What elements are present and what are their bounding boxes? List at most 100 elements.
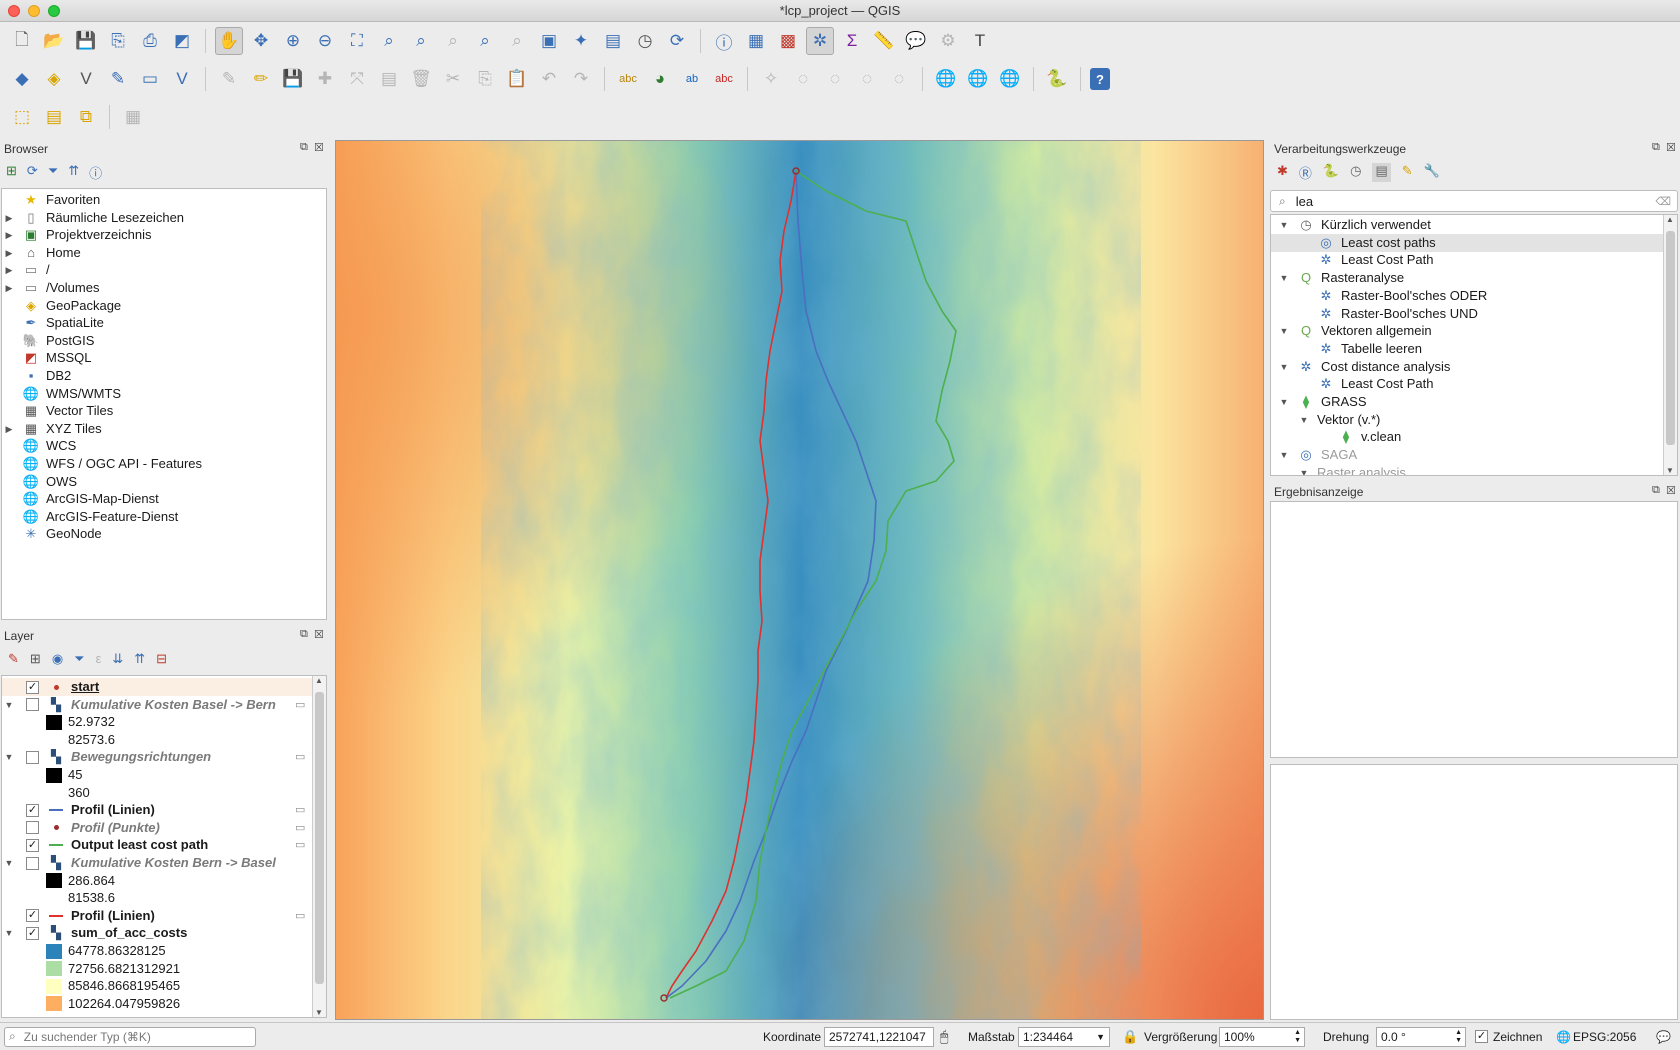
browser-item[interactable]: ✒ SpatiaLite [2, 314, 104, 332]
processing-tree-item[interactable]: ▼ Raster analysis [1271, 464, 1663, 475]
browser-item[interactable]: ▶ ▭ /Volumes [2, 279, 100, 297]
print-layout-icon[interactable]: ⎙ [136, 27, 164, 55]
processing-tree-item[interactable]: ✲ Tabelle leeren [1271, 340, 1663, 358]
layer-scroll-thumb[interactable] [315, 692, 324, 984]
browser-panel-close-icon[interactable]: ☒ [314, 141, 324, 154]
zoom-last-icon[interactable]: ⌕ [471, 27, 499, 55]
remove-layer-icon[interactable]: ⊟ [156, 651, 167, 667]
locator-search[interactable]: ⌕ Zu suchender Typ (⌘K) [4, 1026, 256, 1047]
layer-item[interactable]: ▼ ✓ ▚ sum_of_acc_costs [2, 924, 312, 942]
messages-icon[interactable]: 💬 [1656, 1030, 1671, 1044]
properties-icon[interactable]: ⓘ [89, 163, 102, 182]
attribute-table-icon[interactable]: ▦ [742, 27, 770, 55]
python-console-icon[interactable]: 🐍 [1043, 65, 1071, 93]
collapse-arrow-icon[interactable]: ▼ [1277, 358, 1291, 376]
browser-item[interactable]: ▶ ▦ XYZ Tiles [2, 420, 102, 438]
layer-visibility-checkbox[interactable] [26, 821, 39, 835]
browser-item[interactable]: ▶ ▣ Projektverzeichnis [2, 226, 152, 244]
show-hide-label-icon[interactable]: ◌ [789, 65, 817, 93]
manage-themes-icon[interactable]: ◉ [52, 651, 63, 667]
r-scripts-icon[interactable]: Ⓡ [1299, 163, 1312, 182]
processing-tree-item[interactable]: ▼ Vektor (v.*) [1271, 411, 1663, 429]
processing-panel-close-icon[interactable]: ☒ [1666, 141, 1676, 154]
processing-tree-item[interactable]: ▼ ◎ SAGA [1271, 446, 1663, 464]
processing-tree-item[interactable]: ✲ Least Cost Path [1271, 375, 1663, 393]
map-raster-view[interactable] [336, 141, 1264, 1020]
collapse-all-layers-icon[interactable]: ⇈ [134, 651, 145, 667]
browser-item[interactable]: ▦ Vector Tiles [2, 402, 113, 420]
processing-scroll-thumb[interactable] [1666, 231, 1675, 445]
browser-item[interactable]: ▶ ⌂ Home [2, 244, 81, 262]
help-icon[interactable]: ? [1090, 68, 1110, 90]
toggle-extents-icon[interactable]: 🖱 [940, 1028, 948, 1045]
pin-label-icon[interactable]: ✧ [757, 65, 785, 93]
history-icon[interactable]: ◷ [1350, 163, 1361, 182]
browser-item[interactable]: 🌐 ArcGIS-Feature-Dienst [2, 508, 178, 526]
python-scripts-icon[interactable]: 🐍 [1323, 163, 1339, 182]
browser-item[interactable]: ▶ ▭ / [2, 261, 50, 279]
new-geopackage-icon[interactable]: ◈ [40, 65, 68, 93]
expand-all-icon[interactable]: ⇊ [112, 651, 123, 667]
browser-item[interactable]: ✳ GeoNode [2, 525, 102, 543]
layer-item[interactable]: Profil (Punkte) ▭ [2, 819, 312, 837]
embedded-widget-icon[interactable]: ▭ [295, 696, 305, 714]
browser-item[interactable]: 🌐 OWS [2, 473, 77, 491]
layer-scrollbar[interactable]: ▲ ▼ [312, 676, 326, 1017]
processing-tree-item[interactable]: ✲ Raster-Bool'sches ODER [1271, 287, 1663, 305]
add-selected-icon[interactable]: ⊞ [6, 163, 17, 182]
layer-visibility-checkbox[interactable]: ✓ [26, 838, 39, 852]
expand-arrow-icon[interactable]: ▶ [2, 279, 16, 297]
layer-visibility-checkbox[interactable]: ✓ [26, 926, 39, 940]
collapse-arrow-icon[interactable]: ▼ [1277, 269, 1291, 287]
edit-features-in-place-icon[interactable]: ✎ [1402, 163, 1413, 182]
layer-panel-close-icon[interactable]: ☒ [314, 628, 324, 641]
scale-combo[interactable]: 1:234464 ▼ [1018, 1026, 1110, 1047]
collapse-arrow-icon[interactable]: ▼ [1297, 464, 1311, 475]
new-bookmark-icon[interactable]: ✦ [567, 27, 595, 55]
zoom-in-icon[interactable]: ⊕ [279, 27, 307, 55]
select-features-icon[interactable]: ⬚ [8, 103, 36, 131]
filter-expression-icon[interactable]: ε [96, 651, 102, 667]
move-label-icon[interactable]: ◌ [821, 65, 849, 93]
processing-tree-item[interactable]: ⧫ v.clean [1271, 428, 1663, 446]
spin-arrows-icon[interactable]: ▲ ▼ [1455, 1029, 1462, 1045]
add-feature-icon[interactable]: ✚ [311, 65, 339, 93]
layer-visibility-checkbox[interactable]: ✓ [26, 909, 39, 923]
add-group-icon[interactable]: ⊞ [30, 651, 41, 667]
scroll-up-icon[interactable]: ▲ [315, 676, 323, 685]
diagram-icon[interactable]: ◕ [646, 65, 674, 93]
browser-item[interactable]: 🌐 ArcGIS-Map-Dienst [2, 490, 159, 508]
crs-label[interactable]: EPSG:2056 [1573, 1030, 1636, 1044]
processing-tree-item[interactable]: ✲ Raster-Bool'sches UND [1271, 305, 1663, 323]
embedded-widget-icon[interactable]: ▭ [295, 748, 305, 766]
browser-item[interactable]: ▶ ▯ Räumliche Lesezeichen [2, 209, 185, 227]
paste-icon[interactable]: 📋 [503, 65, 531, 93]
collapse-arrow-icon[interactable]: ▼ [1277, 393, 1291, 411]
processing-tree-item[interactable]: ◎ Least cost paths [1271, 233, 1663, 252]
vertex-tool-icon[interactable]: ⤧ [343, 65, 371, 93]
layer-item[interactable]: ✓ Output least cost path ▭ [2, 836, 312, 854]
browser-item[interactable]: ★ Favoriten [2, 191, 100, 209]
map-canvas[interactable] [335, 140, 1264, 1020]
zoom-next-icon[interactable]: ⌕ [503, 27, 531, 55]
expand-arrow-icon[interactable]: ▶ [2, 226, 16, 244]
rotation-spinbox[interactable]: 0.0 ° ▲ ▼ [1376, 1026, 1466, 1047]
collapse-arrow-icon[interactable]: ▼ [2, 696, 16, 714]
web-plugin-1-icon[interactable]: 🌐 [932, 65, 960, 93]
collapse-arrow-icon[interactable]: ▼ [2, 748, 16, 766]
zoom-out-icon[interactable]: ⊖ [311, 27, 339, 55]
text-annotation-icon[interactable]: T [966, 27, 994, 55]
annotation-icon[interactable]: ⚙ [934, 27, 962, 55]
layer-item[interactable]: ▼ ▚ Bewegungsrichtungen ▭ [2, 748, 312, 766]
processing-panel-float-icon[interactable]: ⧉ [1652, 141, 1660, 154]
collapse-arrow-icon[interactable]: ▼ [1277, 322, 1291, 340]
layer-style-icon[interactable]: ✎ [8, 651, 19, 667]
identify-icon[interactable]: ⓘ [710, 27, 738, 55]
collapse-arrow-icon[interactable]: ▼ [1277, 216, 1291, 234]
layer-item[interactable]: ▼ ▚ Kumulative Kosten Bern -> Basel [2, 854, 312, 872]
render-checkbox[interactable]: ✓ [1475, 1030, 1488, 1043]
rotate-label-icon[interactable]: ◌ [853, 65, 881, 93]
expand-arrow-icon[interactable]: ▶ [2, 420, 16, 438]
new-temp-layer-icon[interactable]: ▭ [136, 65, 164, 93]
zoom-selection-icon[interactable]: ⌕ [375, 27, 403, 55]
